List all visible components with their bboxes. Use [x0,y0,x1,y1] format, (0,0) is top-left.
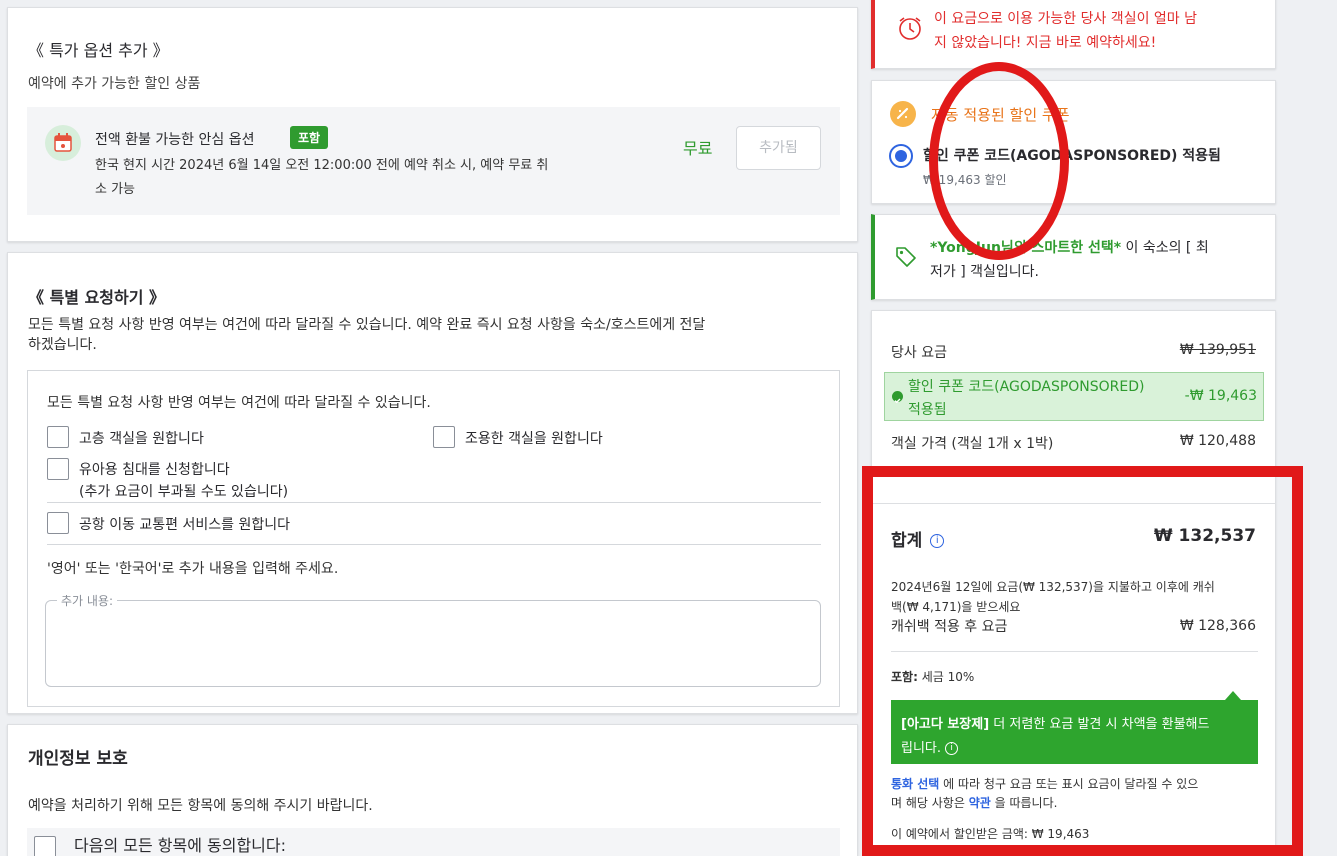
agree-all-checkbox[interactable] [34,836,56,856]
privacy-card: 개인정보 보호 예약을 처리하기 위해 모든 항목에 동의해 주시기 바랍니다.… [7,724,858,856]
agree-all-label[interactable]: 다음의 모든 항목에 동의합니다: [74,832,286,856]
high-floor-label[interactable]: 고층 객실을 원합니다 [79,428,204,448]
included-badge: 포함 [290,126,329,149]
baby-cot-label[interactable]: 유아용 침대를 신청합니다 [79,459,230,479]
coupon-applied-row: 할인 쿠폰 코드(AGODASPONSORED) 적용됨 -₩ 19,463 [884,372,1264,421]
tag-icon [893,243,919,269]
language-note: '영어' 또는 '한국어'로 추가 내용을 입력해 주세요. [47,561,339,577]
urgency-text-1: 이 요금으로 이용 가능한 당사 객실이 얼마 남 [934,11,1197,27]
additional-notes-label: 추가 내용: [57,592,118,609]
privacy-title: 개인정보 보호 [28,749,128,769]
added-button[interactable]: 추가됨 [736,126,821,170]
special-requests-title: 《 특별 요청하기 》 [28,288,166,307]
divider [47,544,821,545]
refund-option-desc-2: 소 가능 [95,182,136,197]
special-requests-desc-2: 하겠습니다. [28,337,97,353]
red-rectangle-annotation [862,466,1303,856]
special-requests-card: 《 특별 요청하기 》 모든 특별 요청 사항 반영 여부는 여건에 따라 달라… [7,252,858,714]
privacy-desc: 예약을 처리하기 위해 모든 항목에 동의해 주시기 바랍니다. [28,798,373,814]
smart-choice-line-2: 저가 ] 객실입니다. [930,264,1039,280]
coupon-applied-line-1: 할인 쿠폰 코드(AGODASPONSORED) [908,379,1145,395]
extra-options-title: 《 특가 옵션 추가 》 [28,41,169,60]
urgency-card: 이 요금으로 이용 가능한 당사 객실이 얼마 남 지 않았습니다! 지금 바로… [871,0,1276,69]
check-circle-icon [892,391,903,404]
refund-option-desc-1: 한국 현지 시간 2024년 6월 14일 오전 12:00:00 전에 예약 … [95,158,549,173]
urgency-text-2: 지 않았습니다! 지금 바로 예약하세요! [934,35,1157,51]
airport-transfer-checkbox[interactable] [47,512,69,534]
coupon-icon [890,101,916,127]
base-rate-value: ₩ 139,951 [1179,342,1256,358]
baby-cot-checkbox[interactable] [47,458,69,480]
agree-all-row: 다음의 모든 항목에 동의합니다: [27,828,840,856]
quiet-room-checkbox[interactable] [433,426,455,448]
room-price-label: 객실 가격 (객실 1개 x 1박) [891,436,1054,452]
coupon-applied-value: -₩ 19,463 [1184,388,1257,404]
refund-option-name: 전액 환불 가능한 안심 옵션 [95,132,255,148]
baby-cot-note: (추가 요금이 부과될 수도 있습니다) [79,484,289,500]
coupon-applied-line-2: 적용됨 [908,402,947,418]
room-price-value: ₩ 120,488 [1179,433,1256,449]
special-requests-note: 모든 특별 요청 사항 반영 여부는 여건에 따라 달라질 수 있습니다. [47,395,431,411]
additional-notes-textarea[interactable] [45,600,821,687]
high-floor-checkbox[interactable] [47,426,69,448]
red-circle-annotation [929,62,1069,260]
base-rate-label: 당사 요금 [891,345,947,361]
airport-transfer-label[interactable]: 공항 이동 교통편 서비스를 원합니다 [79,514,290,534]
smart-choice-card: *YongJun님의 스마트한 선택* 이 숙소의 [ 최 저가 ] 객실입니다… [871,214,1276,300]
refund-option-row: 전액 환불 가능한 안심 옵션 포함 한국 현지 시간 2024년 6월 14일… [27,107,840,215]
refund-option-price: 무료 [683,139,713,158]
special-requests-box: 모든 특별 요청 사항 반영 여부는 여건에 따라 달라질 수 있습니다. 고층… [27,370,840,707]
smart-choice-text: 이 숙소의 [ 최 [1121,240,1209,256]
calendar-icon [45,125,81,161]
special-requests-desc-1: 모든 특별 요청 사항 반영 여부는 여건에 따라 달라질 수 있습니다. 예약… [28,317,706,333]
quiet-room-label[interactable]: 조용한 객실을 원합니다 [465,428,603,448]
clock-icon [897,15,923,41]
coupon-radio[interactable] [889,144,913,168]
extra-options-card: 《 특가 옵션 추가 》 예약에 추가 가능한 할인 상품 전액 환불 가능한 … [7,7,858,242]
divider [47,502,821,503]
extra-options-subtitle: 예약에 추가 가능한 할인 상품 [28,76,201,92]
